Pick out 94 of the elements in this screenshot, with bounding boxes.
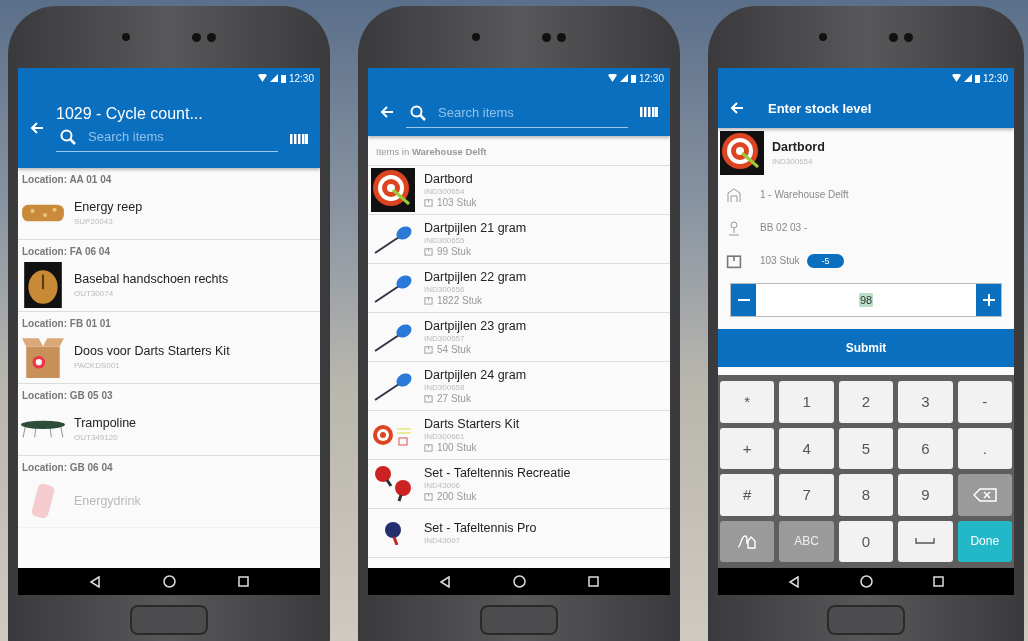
back-icon[interactable] — [439, 575, 451, 588]
wifi-icon — [257, 74, 267, 82]
status-time: 12:30 — [288, 72, 314, 84]
backspace-icon — [972, 487, 997, 502]
keyboard-key[interactable]: * — [720, 381, 775, 423]
box-icon — [424, 443, 433, 452]
home-icon[interactable] — [513, 575, 526, 588]
battery-icon — [630, 73, 636, 83]
camera-icon — [889, 32, 898, 42]
dartboard-icon — [371, 168, 415, 212]
sensor-icon — [904, 32, 913, 42]
item-row[interactable]: Dartpijlen 21 gram IND300655 99 Stuk — [368, 215, 670, 264]
recents-icon[interactable] — [588, 576, 599, 587]
box-icon — [424, 492, 433, 501]
barcode-icon[interactable] — [640, 107, 658, 117]
signal-icon — [963, 74, 972, 82]
battery-icon — [280, 73, 286, 83]
camera-icon — [542, 32, 551, 42]
item-row[interactable]: Doos voor Darts Starters Kit PACKDS001 — [18, 331, 320, 384]
item-row[interactable]: Dartpijlen 22 gram IND300656 1822 Stuk — [368, 264, 670, 313]
battery-icon — [974, 73, 980, 83]
dartboard-icon — [720, 131, 764, 175]
camera-icon — [192, 32, 201, 42]
speaker-icon — [472, 33, 480, 41]
back-icon[interactable] — [89, 575, 101, 588]
recents-icon[interactable] — [238, 576, 249, 587]
signal-icon — [269, 74, 278, 82]
location-text: BB 02 03 - — [760, 222, 808, 233]
keyboard-key[interactable]: + — [720, 427, 775, 469]
back-icon[interactable] — [788, 575, 800, 588]
item-row[interactable]: Energy reep SUP20043 — [18, 187, 320, 240]
box-icon — [424, 198, 433, 207]
item-row[interactable]: Dartpijlen 24 gram IND300658 27 Stuk — [368, 362, 670, 411]
list-subheader: Items in Warehouse Delft — [368, 136, 670, 166]
item-row[interactable]: Set - Tafeltennis Recreatie IND43006 200 Stuk — [368, 460, 670, 509]
home-icon[interactable] — [163, 575, 176, 588]
item-row[interactable]: Dartpijlen 23 gram IND300657 54 Stuk — [368, 313, 670, 362]
keyboard-key[interactable]: 4 — [779, 427, 834, 469]
screen-title: 1029 - Cycle count... — [56, 104, 204, 123]
table-tennis-paddle-icon — [384, 521, 402, 545]
status-time: 12:30 — [638, 72, 664, 84]
keyboard-key[interactable]: 2 — [838, 381, 894, 423]
keyboard-key[interactable]: . — [957, 427, 1012, 469]
box-icon — [424, 296, 433, 305]
handwriting-icon — [737, 533, 758, 550]
location-pin-icon — [726, 219, 742, 236]
wifi-icon — [951, 74, 961, 82]
space-icon — [915, 538, 936, 545]
search-icon — [60, 128, 76, 145]
recents-icon[interactable] — [933, 576, 944, 587]
sensor-icon — [557, 32, 566, 42]
keyboard-key[interactable] — [898, 520, 953, 562]
keyboard-key[interactable]: 9 — [898, 474, 953, 516]
keyboard-key[interactable]: 5 — [838, 427, 894, 469]
back-arrow-icon[interactable] — [30, 121, 44, 135]
keyboard-key[interactable]: - — [957, 381, 1012, 423]
signal-icon — [619, 74, 628, 82]
keyboard-key[interactable] — [720, 520, 775, 562]
warehouse-icon — [726, 186, 742, 203]
keyboard-key[interactable]: 7 — [779, 474, 834, 516]
stock-text: 103 Stuk — [760, 255, 800, 266]
item-row[interactable]: Set - Tafeltennis Pro IND43007 — [368, 509, 670, 558]
box-icon — [726, 252, 742, 269]
location-header: Location: GB 05 03 — [21, 389, 114, 403]
keyboard-key[interactable] — [957, 474, 1012, 516]
barcode-icon[interactable] — [290, 134, 308, 144]
location-header: Location: FA 06 04 — [21, 245, 111, 259]
keyboard-key[interactable]: 8 — [838, 474, 894, 516]
speaker-icon — [819, 33, 827, 41]
back-arrow-icon[interactable] — [730, 101, 744, 115]
location-header: Location: AA 01 04 — [21, 173, 113, 187]
location-header: Location: GB 06 04 — [21, 461, 114, 475]
home-icon[interactable] — [860, 575, 873, 588]
box-icon — [424, 394, 433, 403]
item-row[interactable]: Darts Starters Kit IND300661 100 Stuk — [368, 411, 670, 460]
keyboard-key[interactable]: 3 — [898, 381, 953, 423]
item-row[interactable]: Dartbord IND300654 103 Stuk — [368, 166, 670, 215]
sensor-icon — [207, 32, 216, 42]
warehouse-text: 1 - Warehouse Delft — [760, 189, 849, 200]
box-icon — [424, 247, 433, 256]
back-arrow-icon[interactable] — [380, 105, 394, 119]
search-icon — [410, 104, 426, 121]
location-header: Location: FB 01 01 — [21, 317, 112, 331]
difference-badge: -5 — [807, 253, 844, 268]
status-time: 12:30 — [982, 72, 1008, 84]
speaker-icon — [122, 33, 130, 41]
wifi-icon — [607, 74, 617, 82]
screen-title: Enter stock level — [768, 100, 872, 116]
keyboard-key[interactable]: # — [720, 474, 775, 516]
submit-button[interactable]: Submit — [718, 329, 1014, 367]
keyboard-key[interactable]: 0 — [838, 520, 894, 562]
keyboard-key[interactable]: 1 — [779, 381, 834, 423]
box-icon — [424, 345, 433, 354]
keyboard-key[interactable]: 6 — [898, 427, 953, 469]
